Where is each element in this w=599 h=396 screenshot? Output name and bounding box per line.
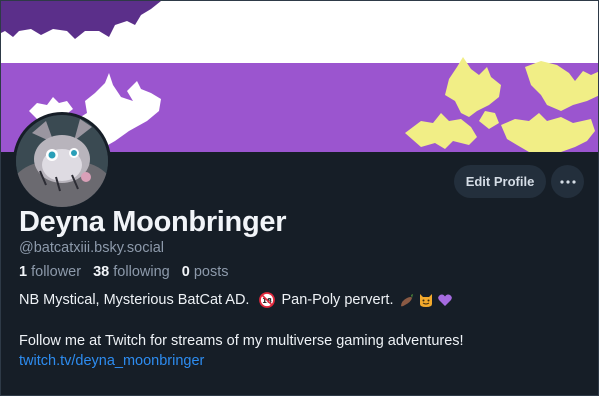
following-count: 38: [93, 264, 110, 280]
avatar[interactable]: [13, 112, 111, 210]
following-label: following: [113, 264, 170, 280]
followers-link[interactable]: 1 follower: [19, 264, 81, 280]
edit-profile-button[interactable]: Edit Profile: [454, 165, 546, 198]
purple-heart-icon: [438, 294, 453, 306]
more-options-button[interactable]: [551, 165, 584, 198]
display-name: Deyna Moonbringer: [19, 206, 287, 238]
ellipsis-icon: [559, 179, 576, 184]
edit-profile-label: Edit Profile: [465, 174, 535, 189]
bio-text-1b: Pan-Poly pervert.: [281, 292, 394, 308]
no-under-18-icon: 18: [259, 292, 276, 308]
bio-twitch-link[interactable]: twitch.tv/deyna_moonbringer: [19, 353, 204, 369]
smiling-cat-devil-icon: [420, 294, 433, 307]
following-link[interactable]: 38 following: [93, 264, 170, 280]
posts-stat: 0 posts: [182, 264, 229, 280]
avatar-image: [16, 115, 108, 207]
bio-line-2: Follow me at Twitch for streams of my mu…: [19, 333, 464, 349]
posts-label: posts: [193, 264, 229, 280]
bio-text-1a: NB Mystical, Mysterious BatCat AD.: [19, 292, 250, 308]
eggplant-icon: [401, 294, 414, 307]
followers-count: 1: [19, 264, 28, 280]
profile-stats: 1 follower 38 following 0 posts: [19, 264, 229, 280]
bio-line-1: NB Mystical, Mysterious BatCat AD. 18 Pa…: [19, 292, 453, 308]
followers-label: follower: [31, 264, 82, 280]
profile-window: Edit Profile Deyna Moonbringer @batcatxi…: [0, 0, 599, 396]
profile-handle: @batcatxiii.bsky.social: [19, 240, 164, 256]
posts-count: 0: [181, 264, 190, 280]
